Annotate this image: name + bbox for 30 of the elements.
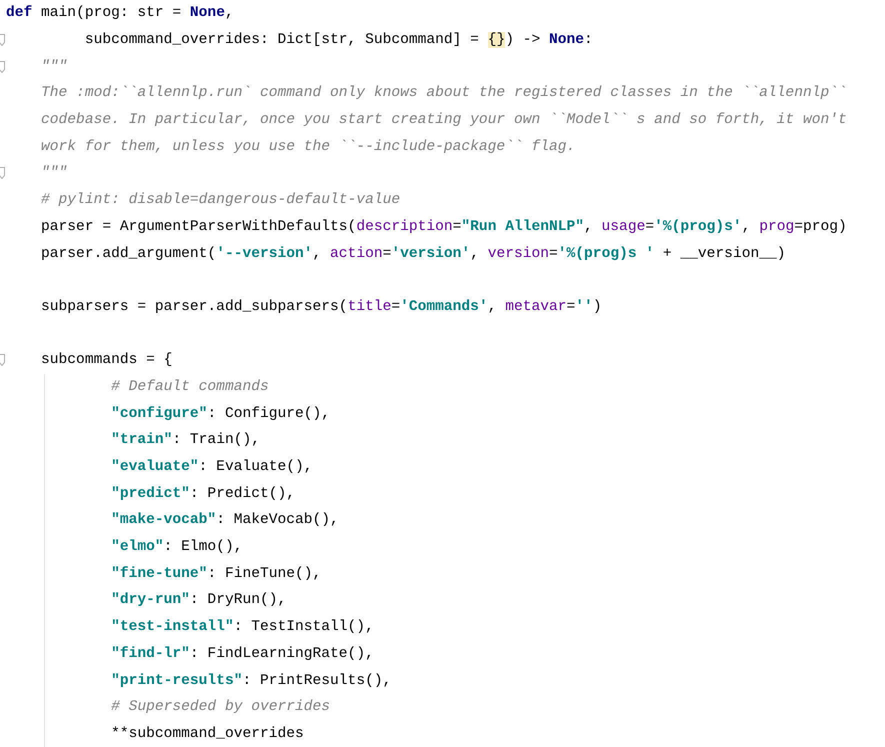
code-line: "make-vocab": MakeVocab(),	[110, 511, 339, 530]
code-line: """	[40, 58, 68, 77]
code-line: # Default commands	[110, 378, 269, 397]
code-line: subparsers = parser.add_subparsers(title='Commands', metavar='')	[40, 298, 602, 317]
code-line: "print-results": PrintResults(),	[110, 672, 392, 691]
code-line: "fine-tune": FineTune(),	[110, 564, 322, 584]
code-line: parser = ArgumentParserWithDefaults(description="Run AllenNLP", usage='%(prog)s', prog=prog)	[40, 218, 847, 237]
code-line: **subcommand_overrides	[110, 724, 304, 744]
code-line: codebase. In particular, once you start creating your own ``Model`` s and so forth, it won't	[40, 111, 847, 130]
code-line: # Superseded by overrides	[110, 698, 330, 718]
fold-marker-icon[interactable]	[0, 167, 5, 180]
code-line: work for them, unless you use the ``--include-package`` flag.	[40, 138, 576, 157]
code-line: "test-install": TestInstall(),	[110, 618, 374, 638]
code-line: "train": Train(),	[110, 431, 260, 450]
fold-marker-icon[interactable]	[0, 60, 5, 73]
code-line: "predict": Predict(),	[110, 484, 296, 504]
code-line: "evaluate": Evaluate(),	[110, 458, 313, 478]
code-line: The :mod:``allennlp.run` command only knows about the registered classes in the ``allennlp``	[40, 84, 847, 104]
code-line: "elmo": Elmo(),	[110, 538, 242, 558]
code-line: parser.add_argument('--version', action='version', version='%(prog)s ' + __version__)	[40, 244, 786, 264]
code-line: "find-lr": FindLearningRate(),	[110, 644, 374, 664]
code-line: # pylint: disable=dangerous-default-value	[40, 191, 400, 210]
code-line: subcommand_overrides: Dict[str, Subcommand] = {}) -> None:	[84, 31, 593, 50]
code-line: "dry-run": DryRun(),	[110, 591, 286, 610]
code-line: def main(prog: str = None,	[6, 4, 234, 24]
code-line: "configure": Configure(),	[110, 404, 330, 424]
code-line: subcommands = {	[40, 351, 172, 370]
fold-marker-icon[interactable]	[0, 354, 5, 366]
code-line: """	[40, 164, 68, 184]
fold-marker-icon[interactable]	[0, 34, 5, 46]
